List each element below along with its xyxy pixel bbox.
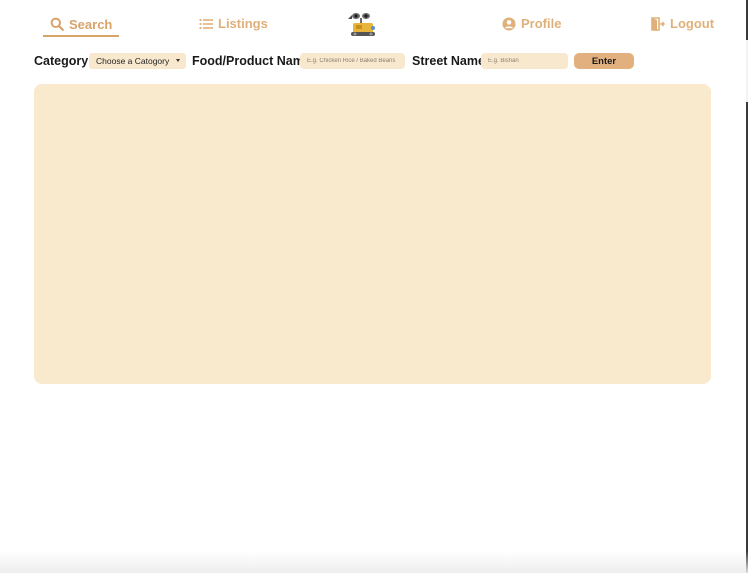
street-name-label: Street Name (412, 54, 485, 68)
nav-logout-link[interactable]: Logout (651, 16, 714, 31)
page: Search Listings Profile Logout Category … (0, 0, 748, 573)
list-icon (199, 17, 213, 31)
app-logo[interactable] (346, 10, 378, 38)
nav-search-link[interactable]: Search (43, 13, 120, 37)
category-label: Category (34, 54, 89, 68)
bottom-shadow (0, 551, 748, 573)
robot-logo-icon (348, 13, 375, 36)
nav-listings-label: Listings (218, 16, 268, 31)
nav-profile-link[interactable]: Profile (502, 16, 561, 31)
street-name-input[interactable] (481, 53, 568, 69)
nav-listings-link[interactable]: Listings (199, 16, 268, 31)
results-panel (34, 84, 711, 384)
food-product-input[interactable] (300, 53, 405, 69)
search-filter-bar: Category Choose a Catogory Food/Product … (34, 53, 644, 70)
logout-door-icon (651, 16, 665, 31)
caret-down-icon (176, 59, 180, 62)
top-nav: Search Listings Profile Logout (0, 0, 746, 44)
nav-profile-label: Profile (521, 16, 562, 31)
category-select[interactable]: Choose a Catogory (89, 53, 186, 69)
user-circle-icon (502, 17, 516, 31)
nav-logout-label: Logout (670, 16, 715, 31)
category-selected-value: Choose a Catogory (96, 56, 170, 66)
food-product-label: Food/Product Name (192, 54, 311, 68)
nav-search-label: Search (69, 16, 113, 32)
enter-button[interactable]: Enter (574, 53, 634, 69)
search-icon (50, 17, 64, 31)
